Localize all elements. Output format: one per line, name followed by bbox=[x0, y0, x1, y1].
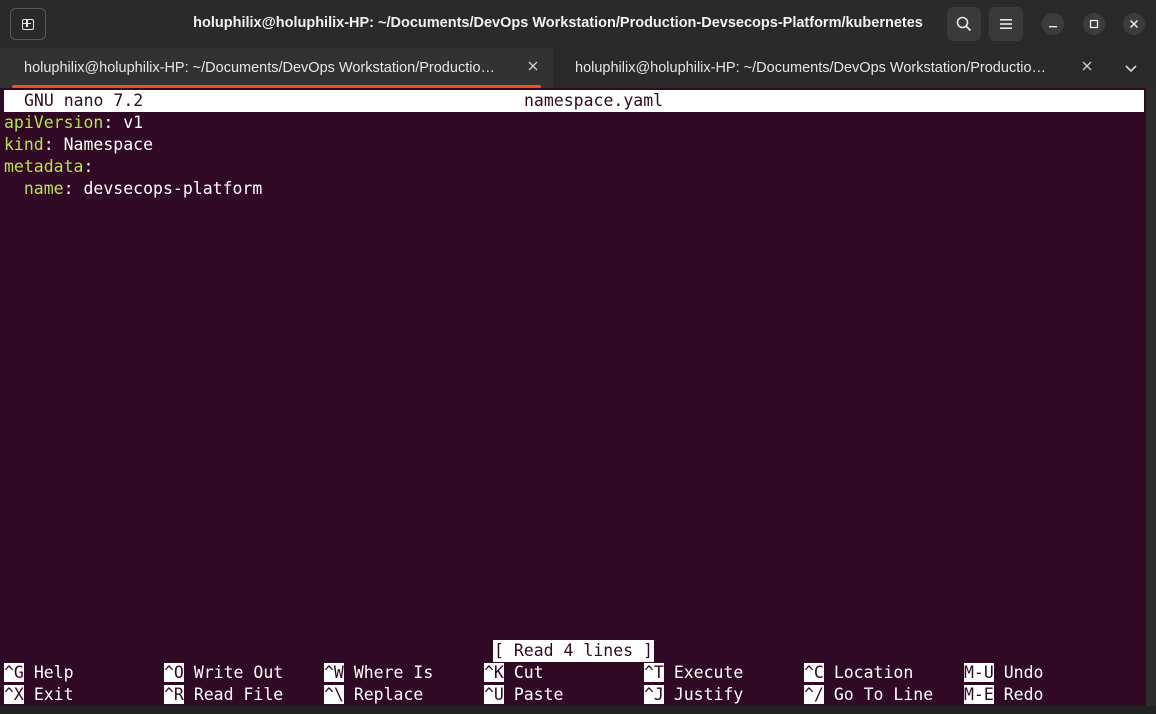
yaml-key: kind bbox=[4, 135, 44, 154]
tab-list-button[interactable] bbox=[1124, 60, 1146, 78]
tab-1[interactable]: holuphilix@holuphilix-HP: ~/Documents/De… bbox=[0, 48, 553, 88]
shortcut-execute[interactable]: ^T Execute bbox=[644, 662, 743, 684]
editor-line[interactable]: name: devsecops-platform bbox=[4, 178, 262, 200]
status-message: [ Read 4 lines ] bbox=[493, 640, 654, 662]
shortcut-location[interactable]: ^C Location bbox=[804, 662, 913, 684]
shortcut-replace[interactable]: ^\ Replace bbox=[324, 684, 423, 706]
yaml-value: : Namespace bbox=[43, 135, 154, 154]
editor-line[interactable]: apiVersion: v1 bbox=[4, 112, 143, 134]
close-icon bbox=[1129, 19, 1139, 29]
shortcut-undo[interactable]: M-U Undo bbox=[964, 662, 1044, 684]
shortcut-where-is[interactable]: ^W Where Is bbox=[324, 662, 433, 684]
shortcut-write-out[interactable]: ^O Write Out bbox=[164, 662, 283, 684]
file-name: namespace.yaml bbox=[524, 91, 664, 110]
new-tab-button[interactable] bbox=[10, 8, 46, 40]
yaml-value: : v1 bbox=[103, 113, 144, 132]
desktop-background bbox=[0, 706, 1156, 714]
nano-version: GNU nano 7.2 bbox=[24, 91, 144, 110]
tab-bar: holuphilix@holuphilix-HP: ~/Documents/De… bbox=[0, 48, 1156, 88]
chevron-down-icon bbox=[1125, 65, 1137, 73]
editor-line[interactable]: metadata: bbox=[4, 156, 93, 178]
yaml-key: name bbox=[23, 179, 64, 198]
title-bar: holuphilix@holuphilix-HP: ~/Documents/De… bbox=[0, 0, 1156, 48]
shortcut-help[interactable]: ^G Help bbox=[4, 662, 74, 684]
tab-label: holuphilix@holuphilix-HP: ~/Documents/De… bbox=[24, 60, 496, 76]
nano-header: GNU nano 7.2 namespace.yaml bbox=[4, 90, 1144, 112]
minimize-button[interactable] bbox=[1042, 13, 1064, 35]
yaml-value: : devsecops-platform bbox=[63, 179, 263, 198]
close-button[interactable] bbox=[1123, 13, 1145, 35]
yaml-key: apiVersion bbox=[4, 113, 104, 132]
tab-2[interactable]: holuphilix@holuphilix-HP: ~/Documents/De… bbox=[553, 48, 1106, 88]
tab-close-button[interactable] bbox=[1078, 58, 1096, 76]
tab-close-button[interactable] bbox=[524, 58, 542, 76]
maximize-button[interactable] bbox=[1083, 13, 1105, 35]
shortcut-exit[interactable]: ^X Exit bbox=[4, 684, 74, 706]
terminal-scrollbar[interactable] bbox=[1146, 88, 1156, 706]
menu-button[interactable] bbox=[989, 7, 1023, 41]
shortcut-redo[interactable]: M-E Redo bbox=[964, 684, 1044, 706]
shortcut-read-file[interactable]: ^R Read File bbox=[164, 684, 283, 706]
new-tab-icon bbox=[22, 18, 34, 30]
close-icon bbox=[528, 61, 538, 71]
minimize-icon bbox=[1049, 26, 1057, 28]
window-title: holuphilix@holuphilix-HP: ~/Documents/De… bbox=[193, 15, 923, 31]
tab-label: holuphilix@holuphilix-HP: ~/Documents/De… bbox=[575, 60, 1047, 76]
search-button[interactable] bbox=[947, 7, 981, 41]
terminal-view[interactable]: GNU nano 7.2 namespace.yaml apiVersion: … bbox=[0, 88, 1146, 706]
search-icon bbox=[956, 16, 972, 32]
yaml-value: : bbox=[83, 157, 94, 176]
hamburger-menu-icon bbox=[1000, 19, 1012, 29]
shortcut-paste[interactable]: ^U Paste bbox=[484, 684, 563, 706]
editor-line[interactable]: kind: Namespace bbox=[4, 134, 153, 156]
close-icon bbox=[1082, 61, 1092, 71]
shortcut-go-to-line[interactable]: ^/ Go To Line bbox=[804, 684, 933, 706]
maximize-icon bbox=[1089, 19, 1099, 29]
yaml-key: metadata bbox=[4, 157, 84, 176]
shortcut-cut[interactable]: ^K Cut bbox=[484, 662, 544, 684]
shortcut-justify[interactable]: ^J Justify bbox=[644, 684, 743, 706]
